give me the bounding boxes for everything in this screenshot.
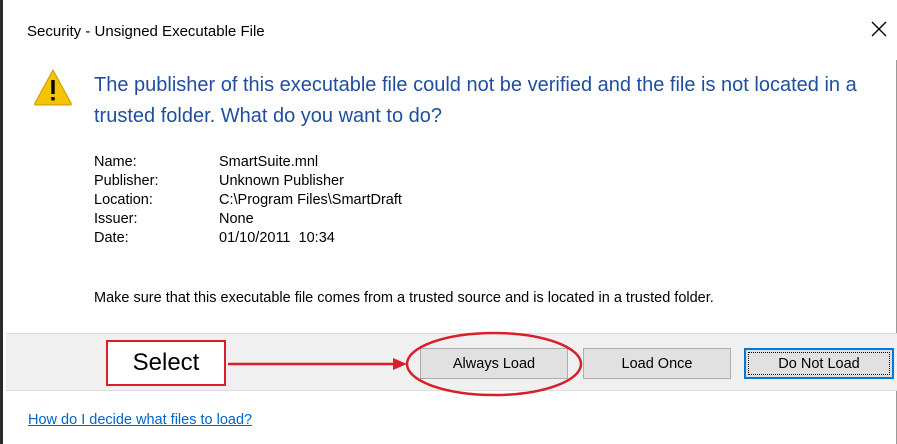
detail-value: C:\Program Files\SmartDraft (219, 192, 402, 208)
file-details: Name: SmartSuite.mnl Publisher: Unknown … (94, 153, 402, 248)
close-button[interactable] (859, 14, 897, 48)
close-icon (871, 21, 887, 37)
detail-label: Name: (94, 154, 137, 170)
detail-row-name: Name: SmartSuite.mnl (94, 153, 402, 172)
security-dialog: Security - Unsigned Executable File The … (0, 0, 897, 444)
headline-message: The publisher of this executable file co… (94, 74, 857, 127)
detail-row-date: Date: 01/10/2011 10:34 (94, 229, 402, 248)
load-once-label: Load Once (621, 355, 693, 372)
detail-value: None (219, 211, 254, 227)
detail-label: Date: (94, 230, 129, 246)
window-title: Security - Unsigned Executable File (27, 23, 265, 40)
detail-row-location: Location: C:\Program Files\SmartDraft (94, 191, 402, 210)
detail-label: Location: (94, 192, 153, 208)
detail-value: Unknown Publisher (219, 173, 344, 189)
detail-row-issuer: Issuer: None (94, 210, 402, 229)
annotation-select-label: Select (132, 349, 200, 376)
detail-value: SmartSuite.mnl (219, 154, 319, 170)
warning-icon (34, 68, 72, 106)
detail-label: Publisher: (94, 173, 159, 189)
detail-label: Issuer: (94, 211, 138, 227)
help-link[interactable]: How do I decide what files to load? (28, 412, 252, 428)
advice-text: Make sure that this executable file come… (94, 290, 714, 306)
detail-row-publisher: Publisher: Unknown Publisher (94, 172, 402, 191)
do-not-load-button[interactable]: Do Not Load (744, 348, 894, 379)
detail-value: 01/10/2011 10:34 (219, 230, 335, 246)
annotation-select-callout: Select (106, 340, 226, 386)
focus-rectangle (748, 352, 890, 375)
title-bar: Security - Unsigned Executable File (6, 0, 897, 60)
load-once-button[interactable]: Load Once (583, 348, 731, 379)
always-load-button[interactable]: Always Load (420, 348, 568, 379)
always-load-label: Always Load (452, 355, 536, 372)
